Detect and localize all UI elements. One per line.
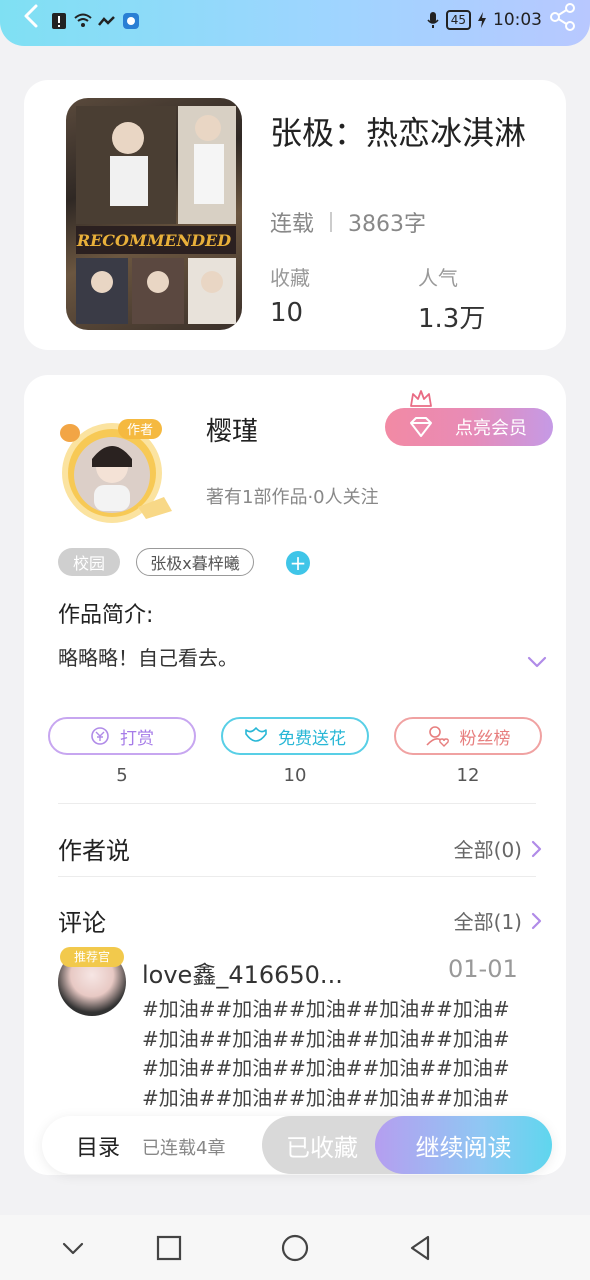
- meta-divider: [330, 212, 333, 232]
- intro-title: 作品简介:: [58, 603, 154, 628]
- crown-icon: [410, 390, 432, 407]
- comments-title: 评论: [58, 909, 106, 937]
- chevron-down-icon[interactable]: [58, 1233, 88, 1263]
- author-stats: 著有1部作品·0人关注: [206, 487, 379, 508]
- popularity-value: 1.3万: [418, 304, 486, 334]
- reward-button[interactable]: 打赏: [48, 717, 196, 755]
- diamond-icon: [410, 417, 432, 437]
- chevron-right-icon: [531, 912, 542, 929]
- send-flower-label: 免费送花: [278, 728, 346, 749]
- favorites-label: 收藏: [270, 266, 310, 290]
- book-status: 连载: [270, 212, 315, 237]
- vip-button[interactable]: 点亮会员: [385, 390, 553, 446]
- favorites-value: 10: [270, 298, 304, 328]
- system-nav-bar: [0, 1215, 590, 1280]
- microphone-icon: [427, 12, 439, 28]
- author-name[interactable]: 樱瑾: [206, 411, 258, 448]
- tag-campus[interactable]: 校园: [58, 548, 120, 576]
- cover-art: RECOMMENDED: [76, 106, 236, 324]
- continue-reading-label: 继续阅读: [415, 1133, 512, 1162]
- author-badge-text: 作者: [127, 423, 153, 438]
- author-says-title: 作者说: [58, 837, 130, 865]
- vip-button-label: 点亮会员: [455, 418, 527, 439]
- app-icon: [123, 13, 139, 29]
- comment-date: 01-01: [448, 955, 518, 983]
- alert-icon: [52, 13, 66, 29]
- status-time: 10:03: [493, 10, 542, 30]
- intro-text: 略略略！自己看去。: [58, 646, 238, 670]
- fan-ranking-label: 粉丝榜: [459, 728, 511, 749]
- back-triangle-icon[interactable]: [406, 1233, 436, 1263]
- status-icons-right: 45 10:03: [426, 10, 542, 30]
- add-tag-button[interactable]: +: [286, 551, 310, 575]
- author-says-count: 全部(0): [453, 838, 522, 862]
- chevron-right-icon: [531, 840, 542, 857]
- send-flower-button[interactable]: 免费送花: [221, 717, 369, 755]
- book-info-card: RECOMMENDED 张极：热恋冰淇淋 连载 3863字 收藏 10 人气 1…: [24, 80, 566, 350]
- detail-card: 作者 樱瑾 点亮会员 著有1部作品·0人关注 校园 张极x暮梓曦 + 作品简介:…: [24, 375, 566, 1175]
- comment-text: #加油##加油##加油##加油##加油##加油##加油##加油##加油##加油#…: [142, 997, 510, 1135]
- book-title: 张极：热恋冰淇淋: [270, 114, 527, 152]
- yuan-coin-icon: [91, 727, 109, 745]
- collected-label: 已收藏: [286, 1133, 358, 1162]
- author-says-all-link[interactable]: 全部(0): [454, 834, 542, 863]
- book-cover[interactable]: RECOMMENDED: [66, 98, 242, 330]
- flower-count: 10: [283, 765, 307, 786]
- recent-apps-icon[interactable]: [154, 1233, 184, 1263]
- user-heart-icon: [425, 726, 449, 747]
- share-icon[interactable]: [548, 2, 578, 32]
- signal-icon: [98, 16, 115, 26]
- divider: [58, 876, 536, 877]
- status-icons-left: [50, 12, 140, 30]
- word-count: 3863字: [348, 212, 427, 237]
- charging-icon: [478, 12, 486, 28]
- home-icon[interactable]: [280, 1233, 310, 1263]
- fan-ranking-button[interactable]: 粉丝榜: [394, 717, 542, 755]
- toc-button[interactable]: 目录: [76, 1130, 120, 1162]
- comments-count: 全部(1): [453, 910, 522, 934]
- continue-reading-button[interactable]: 继续阅读: [375, 1116, 552, 1174]
- reward-label: 打赏: [120, 728, 154, 749]
- reward-count: 5: [116, 765, 128, 786]
- plus-icon: +: [289, 551, 307, 575]
- fan-count: 12: [456, 765, 480, 786]
- comments-all-link[interactable]: 全部(1): [454, 906, 542, 935]
- divider: [58, 803, 536, 804]
- avatar-frame: 作者: [60, 419, 172, 523]
- book-meta: 连载 3863字: [270, 206, 426, 238]
- flower-icon: [245, 727, 267, 742]
- popularity-label: 人气: [418, 266, 458, 290]
- status-bar: 45 10:03: [0, 0, 590, 46]
- bottom-action-bar: 目录 已连载4章 已收藏 继续阅读: [42, 1116, 552, 1174]
- tag-pairing[interactable]: 张极x暮梓曦: [136, 548, 254, 576]
- chapter-count: 已连载4章: [142, 1138, 226, 1159]
- commenter-name[interactable]: love鑫_416650...: [142, 955, 343, 990]
- back-icon[interactable]: [18, 2, 46, 32]
- battery-level: 45: [445, 10, 471, 30]
- recommender-badge: 推荐官: [60, 947, 124, 967]
- wifi-icon: [74, 13, 92, 27]
- author-avatar[interactable]: 作者: [48, 411, 194, 527]
- chevron-down-icon[interactable]: [527, 655, 547, 669]
- svg-text:RECOMMENDED: RECOMMENDED: [76, 231, 231, 250]
